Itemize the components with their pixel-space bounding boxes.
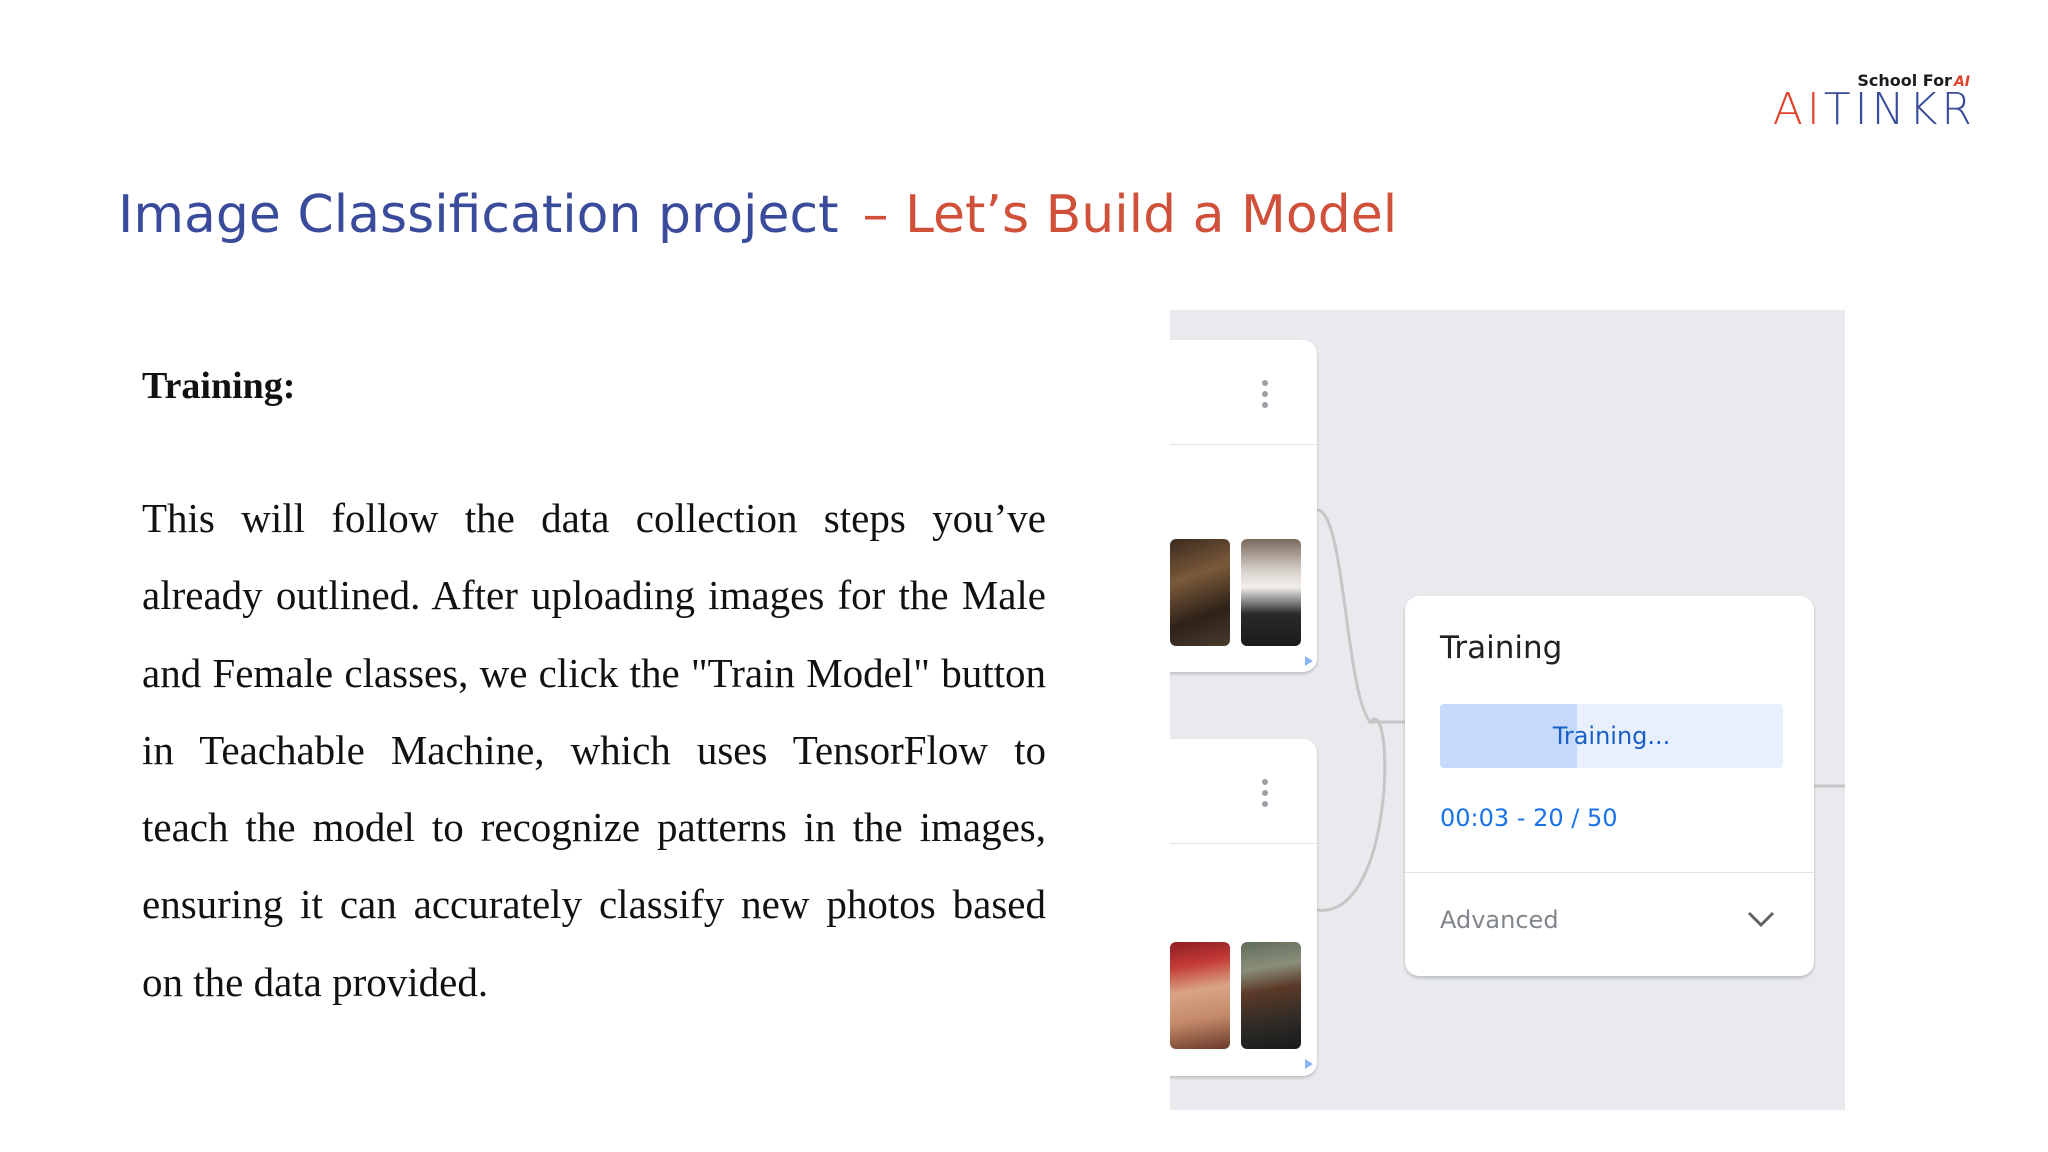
play-icon — [1305, 1059, 1313, 1069]
more-vert-icon[interactable] — [1261, 380, 1269, 410]
more-vert-icon[interactable] — [1261, 779, 1269, 809]
logo-wordmark-tinkr: TINKR — [1823, 84, 1976, 135]
training-card: Training Training... 00:03 - 20 / 50 Adv… — [1405, 596, 1814, 976]
class-card-male — [1170, 340, 1317, 672]
training-card-title: Training — [1440, 630, 1563, 666]
teachable-machine-screenshot: Training Training... 00:03 - 20 / 50 Adv… — [1170, 310, 1845, 1110]
slide-title-subtitle: – Let’s Build a Model — [862, 185, 1398, 245]
sample-image — [1241, 539, 1301, 646]
training-status: 00:03 - 20 / 50 — [1440, 804, 1618, 832]
train-button-label: Training... — [1552, 722, 1671, 750]
sample-image — [1170, 942, 1230, 1049]
sample-image — [1170, 539, 1230, 646]
advanced-label: Advanced — [1440, 906, 1559, 934]
body-paragraph: This will follow the data collection ste… — [142, 495, 1046, 1005]
slide-title: Image Classification project – Let’s Buil… — [118, 180, 1397, 250]
advanced-toggle[interactable]: Advanced — [1405, 873, 1814, 976]
logo-wordmark-ai: AI — [1772, 84, 1824, 135]
play-icon — [1305, 656, 1313, 666]
chevron-down-icon — [1747, 911, 1775, 928]
aitinkr-logo: School For AI AITINKR — [1756, 66, 1978, 132]
sample-image — [1241, 942, 1301, 1049]
card-divider — [1170, 444, 1317, 445]
card-divider — [1170, 843, 1317, 844]
slide-title-main: Image Classification project — [118, 185, 839, 245]
section-heading: Training: — [142, 365, 296, 407]
class-card-female — [1170, 739, 1317, 1076]
train-model-button[interactable]: Training... — [1440, 704, 1783, 768]
logo-wordmark: AITINKR — [1773, 88, 1976, 132]
